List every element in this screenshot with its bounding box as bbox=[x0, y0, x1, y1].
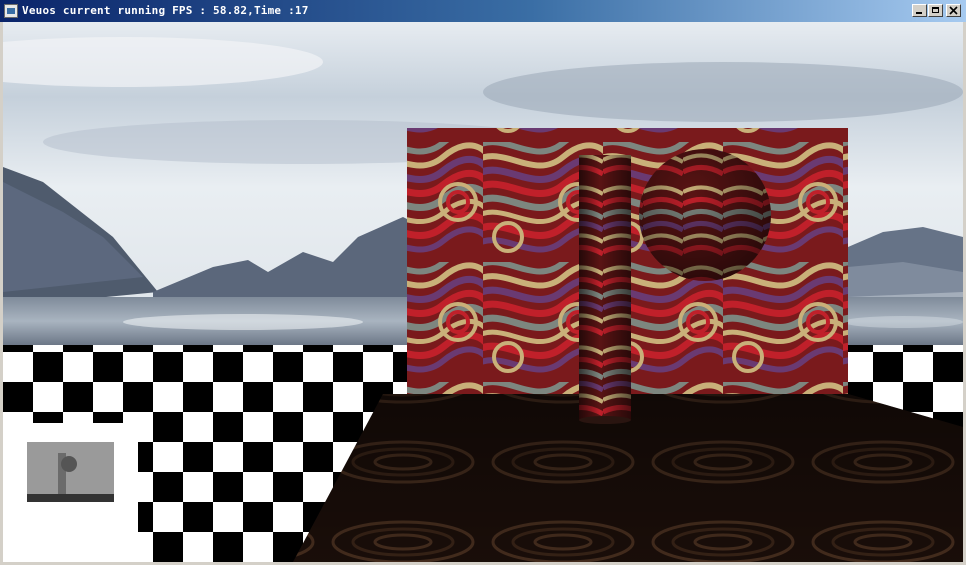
shadow-map-preview bbox=[3, 423, 138, 562]
close-button[interactable] bbox=[946, 4, 961, 17]
window-title: Veuos current running FPS : 58.82,Time :… bbox=[22, 4, 309, 17]
minimize-icon bbox=[916, 12, 922, 14]
maximize-icon bbox=[932, 7, 939, 13]
minimize-button[interactable] bbox=[912, 4, 927, 17]
patterned-sphere bbox=[639, 149, 771, 281]
title-bar[interactable]: Veuos current running FPS : 58.82,Time :… bbox=[0, 0, 966, 22]
3d-scene bbox=[3, 22, 963, 562]
patterned-cylinder bbox=[579, 155, 631, 424]
render-viewport[interactable] bbox=[3, 22, 963, 562]
app-icon[interactable] bbox=[4, 4, 18, 18]
maximize-button[interactable] bbox=[928, 4, 943, 17]
close-icon bbox=[949, 6, 958, 15]
app-window: Veuos current running FPS : 58.82,Time :… bbox=[0, 0, 966, 565]
